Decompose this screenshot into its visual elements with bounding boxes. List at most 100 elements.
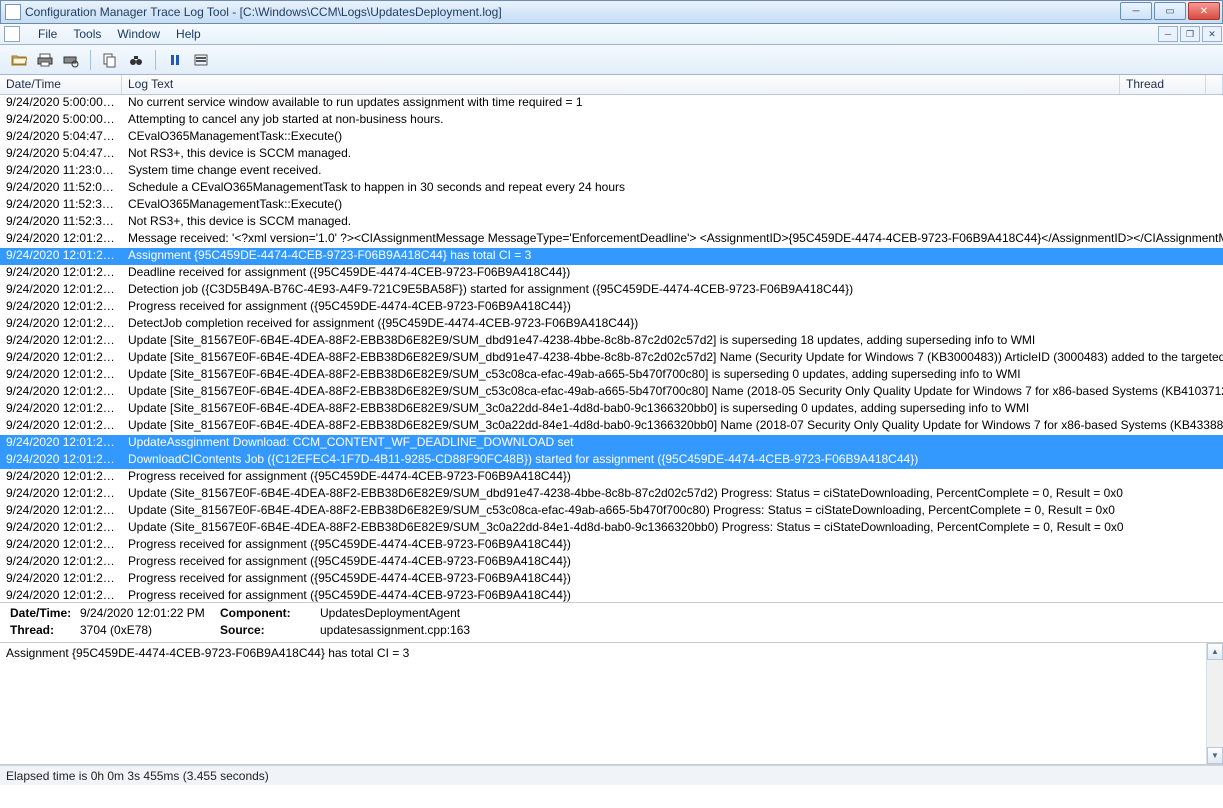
cell-logtext: UpdateAssginment Download: CCM_CONTENT_W… [122,435,1223,451]
log-row[interactable]: 9/24/2020 12:01:25 PMDetectJob completio… [0,316,1223,333]
cell-datetime: 9/24/2020 12:01:25 PM [0,503,122,519]
cell-datetime: 9/24/2020 12:01:26 PM [0,588,122,603]
cell-logtext: Assignment {95C459DE-4474-4CEB-9723-F06B… [122,248,1223,264]
cell-logtext: Progress received for assignment ({95C45… [122,537,1223,553]
log-row[interactable]: 9/24/2020 12:01:22 PMMessage received: '… [0,231,1223,248]
log-row[interactable]: 9/24/2020 11:52:03 AMSchedule a CEvalO36… [0,180,1223,197]
copy-button[interactable] [99,49,121,71]
log-row[interactable]: 9/24/2020 12:01:25 PMProgress received f… [0,537,1223,554]
log-row[interactable]: 9/24/2020 5:00:00 AMAttempting to cancel… [0,112,1223,129]
log-row[interactable]: 9/24/2020 12:01:25 PMProgress received f… [0,299,1223,316]
detail-component: UpdatesDeploymentAgent [320,606,720,623]
cell-datetime: 9/24/2020 12:01:25 PM [0,452,122,468]
menu-window[interactable]: Window [109,25,168,43]
minimize-button[interactable]: ─ [1120,2,1152,20]
column-header-logtext[interactable]: Log Text [122,75,1120,94]
log-row[interactable]: 9/24/2020 12:01:25 PMUpdate [Site_81567E… [0,350,1223,367]
cell-datetime: 9/24/2020 11:52:03 AM [0,180,122,196]
column-header-scrollspace [1206,75,1223,94]
close-button[interactable]: ✕ [1188,2,1220,20]
label-source: Source: [220,623,320,640]
toolbar-separator [155,50,156,70]
cell-logtext: Update [Site_81567E0F-6B4E-4DEA-88F2-EBB… [122,350,1223,366]
print-button[interactable] [34,49,56,71]
log-row[interactable]: 9/24/2020 11:52:33 AMCEvalO365Management… [0,197,1223,214]
log-row[interactable]: 9/24/2020 12:01:26 PMProgress received f… [0,588,1223,603]
cell-datetime: 9/24/2020 12:01:25 PM [0,418,122,434]
print-preview-button[interactable] [60,49,82,71]
log-row[interactable]: 9/24/2020 12:01:25 PMUpdate [Site_81567E… [0,367,1223,384]
detail-datetime: 9/24/2020 12:01:22 PM [80,606,220,623]
cell-logtext: DetectJob completion received for assign… [122,316,1223,332]
menu-tools[interactable]: Tools [65,25,109,43]
scroll-up-arrow-icon[interactable]: ▲ [1207,643,1223,660]
log-row[interactable]: 9/24/2020 12:01:22 PMAssignment {95C459D… [0,248,1223,265]
menu-file[interactable]: File [30,25,65,43]
log-row[interactable]: 9/24/2020 11:52:33 AMNot RS3+, this devi… [0,214,1223,231]
log-row[interactable]: 9/24/2020 12:01:25 PMUpdateAssginment Do… [0,435,1223,452]
toolbar [0,45,1223,75]
cell-logtext: Not RS3+, this device is SCCM managed. [122,214,1223,230]
log-row[interactable]: 9/24/2020 12:01:25 PMUpdate (Site_81567E… [0,503,1223,520]
log-row[interactable]: 9/24/2020 12:01:25 PMUpdate [Site_81567E… [0,401,1223,418]
log-row[interactable]: 9/24/2020 12:01:25 PMProgress received f… [0,469,1223,486]
cell-logtext: Detection job ({C3D5B49A-B76C-4E93-A4F9-… [122,282,1223,298]
highlight-button[interactable] [190,49,212,71]
log-row[interactable]: 9/24/2020 12:01:22 PMDetection job ({C3D… [0,282,1223,299]
folder-open-icon [11,52,27,68]
document-icon [4,26,20,42]
column-header-thread[interactable]: Thread [1120,75,1206,94]
cell-datetime: 9/24/2020 12:01:25 PM [0,520,122,536]
cell-logtext: Update [Site_81567E0F-6B4E-4DEA-88F2-EBB… [122,418,1223,434]
cell-datetime: 9/24/2020 5:00:00 AM [0,95,122,111]
cell-logtext: Schedule a CEvalO365ManagementTask to ha… [122,180,1223,196]
cell-logtext: Update [Site_81567E0F-6B4E-4DEA-88F2-EBB… [122,384,1223,400]
open-button[interactable] [8,49,30,71]
cell-logtext: No current service window available to r… [122,95,1223,111]
log-row[interactable]: 9/24/2020 12:01:25 PMUpdate [Site_81567E… [0,418,1223,435]
mdi-minimize-button[interactable]: ─ [1158,26,1178,42]
message-panel: Assignment {95C459DE-4474-4CEB-9723-F06B… [0,643,1223,765]
log-row[interactable]: 9/24/2020 5:04:47 AMCEvalO365ManagementT… [0,129,1223,146]
status-text: Elapsed time is 0h 0m 3s 455ms (3.455 se… [6,769,269,783]
cell-datetime: 9/24/2020 12:01:25 PM [0,384,122,400]
maximize-button[interactable]: ▭ [1154,2,1186,20]
cell-logtext: Deadline received for assignment ({95C45… [122,265,1223,281]
mdi-restore-button[interactable]: ❐ [1180,26,1200,42]
cell-datetime: 9/24/2020 12:01:22 PM [0,231,122,247]
cell-logtext: Progress received for assignment ({95C45… [122,299,1223,315]
highlight-icon [193,52,209,68]
log-row[interactable]: 9/24/2020 12:01:25 PMUpdate (Site_81567E… [0,520,1223,537]
log-row[interactable]: 9/24/2020 12:01:25 PMUpdate [Site_81567E… [0,384,1223,401]
cell-datetime: 9/24/2020 12:01:25 PM [0,333,122,349]
cell-datetime: 9/24/2020 12:01:22 PM [0,282,122,298]
log-row[interactable]: 9/24/2020 12:01:25 PMUpdate [Site_81567E… [0,333,1223,350]
label-thread: Thread: [10,623,80,640]
log-row[interactable]: 9/24/2020 12:01:25 PMUpdate (Site_81567E… [0,486,1223,503]
cell-logtext: Update [Site_81567E0F-6B4E-4DEA-88F2-EBB… [122,333,1223,349]
cell-logtext: Update (Site_81567E0F-6B4E-4DEA-88F2-EBB… [122,503,1223,519]
cell-logtext: Not RS3+, this device is SCCM managed. [122,146,1223,162]
message-scrollbar[interactable]: ▲ ▼ [1206,643,1223,764]
cell-logtext: Update [Site_81567E0F-6B4E-4DEA-88F2-EBB… [122,401,1223,417]
cell-datetime: 9/24/2020 5:04:47 AM [0,146,122,162]
mdi-close-button[interactable]: ✕ [1202,26,1222,42]
log-row[interactable]: 9/24/2020 12:01:25 PMDownloadCIContents … [0,452,1223,469]
cell-logtext: Progress received for assignment ({95C45… [122,554,1223,570]
cell-datetime: 9/24/2020 12:01:25 PM [0,401,122,417]
column-header-datetime[interactable]: Date/Time [0,75,122,94]
log-row[interactable]: 9/24/2020 11:23:05 AMSystem time change … [0,163,1223,180]
cell-datetime: 9/24/2020 5:00:00 AM [0,112,122,128]
log-row[interactable]: 9/24/2020 5:04:47 AMNot RS3+, this devic… [0,146,1223,163]
pause-button[interactable] [164,49,186,71]
log-rows[interactable]: 9/24/2020 5:00:00 AMNo current service w… [0,95,1223,603]
log-row[interactable]: 9/24/2020 12:01:25 PMProgress received f… [0,571,1223,588]
cell-datetime: 9/24/2020 12:01:25 PM [0,537,122,553]
log-row[interactable]: 9/24/2020 5:00:00 AMNo current service w… [0,95,1223,112]
log-row[interactable]: 9/24/2020 12:01:25 PMProgress received f… [0,554,1223,571]
status-bar: Elapsed time is 0h 0m 3s 455ms (3.455 se… [0,765,1223,785]
log-row[interactable]: 9/24/2020 12:01:22 PMDeadline received f… [0,265,1223,282]
find-button[interactable] [125,49,147,71]
scroll-down-arrow-icon[interactable]: ▼ [1207,747,1223,764]
menu-help[interactable]: Help [168,25,209,43]
